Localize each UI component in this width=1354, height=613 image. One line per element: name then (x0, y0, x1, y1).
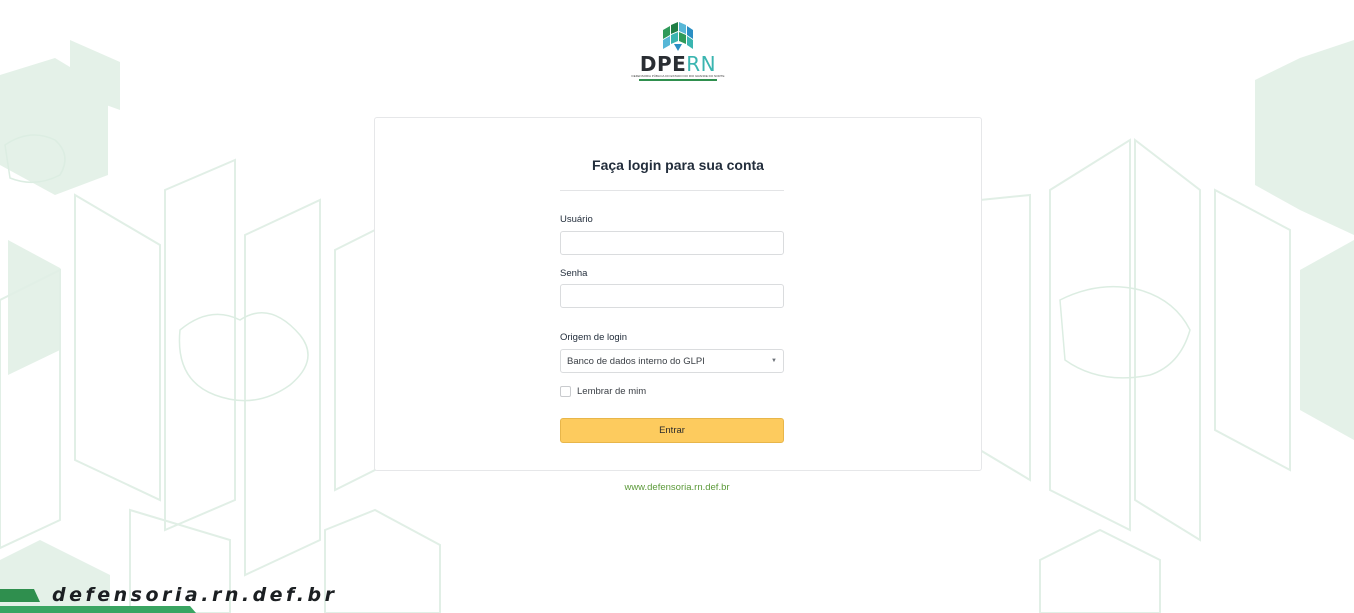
logo-subtitle: DEFENSORIA PÚBLICA DO ESTADO DO RIO GRAN… (631, 74, 725, 78)
website-link[interactable]: www.defensoria.rn.def.br (0, 482, 1354, 493)
login-card: Faça login para sua conta Usuário Senha … (374, 117, 982, 471)
chevron-down-icon: ▼ (771, 358, 777, 364)
login-source-label: Origem de login (560, 332, 628, 343)
dpern-emblem-icon (663, 22, 693, 51)
login-source-value: Banco de dados interno do GLPI (567, 356, 705, 367)
username-input[interactable] (560, 231, 784, 255)
username-label: Usuário (560, 214, 593, 225)
logo-underline (639, 79, 717, 81)
login-source-select[interactable]: Banco de dados interno do GLPI ▼ (560, 349, 784, 373)
login-title: Faça login para sua conta (592, 157, 764, 173)
remember-me-checkbox[interactable] (560, 385, 571, 397)
title-divider (560, 190, 784, 191)
password-input[interactable] (560, 284, 784, 308)
remember-me-label[interactable]: Lembrar de mim (577, 386, 646, 397)
bottom-banner-text: defensoria.rn.def.br (52, 584, 338, 606)
remember-me-row[interactable]: Lembrar de mim (560, 384, 646, 398)
password-label: Senha (560, 268, 588, 279)
submit-button[interactable]: Entrar (560, 418, 784, 443)
dpern-logo: DPERN DEFENSORIA PÚBLICA DO ESTADO DO RI… (613, 22, 743, 92)
logo-wordmark: DPERN (639, 52, 717, 76)
